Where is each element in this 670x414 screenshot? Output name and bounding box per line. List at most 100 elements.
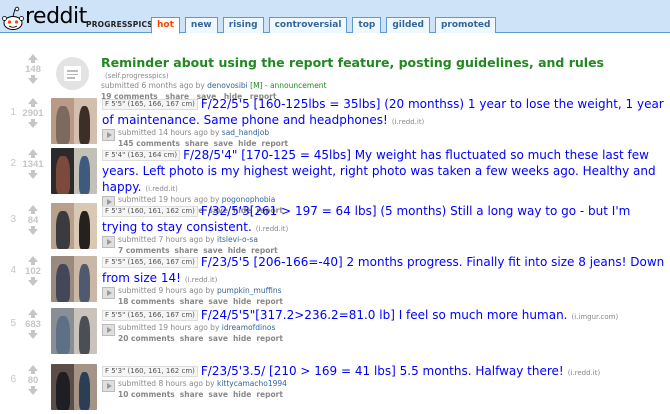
post-entry: F 5'5" (165, 166, 167 cm) F/22/5'5 [160-1… (102, 96, 666, 149)
report-button[interactable]: report (256, 334, 283, 343)
post-thumbnail[interactable] (51, 98, 97, 144)
flair-badge: F 5'4" (163, 164 cm) (102, 150, 181, 161)
comments-link[interactable]: 18 comments (118, 297, 175, 306)
downvote-arrow-icon[interactable] (28, 330, 38, 339)
hide-button[interactable]: hide (233, 297, 251, 306)
post-tagline: submitted 6 months ago by denovosibi [M]… (101, 81, 327, 90)
expando-play-icon[interactable] (102, 380, 115, 392)
upvote-arrow-icon[interactable] (28, 309, 38, 318)
post-title-link[interactable]: F/24/5'5"[317.2>236.2=81.0 lb] I feel so… (201, 308, 568, 322)
vote-control: 148 (22, 54, 44, 84)
post-author[interactable]: itslevi-o-sa (217, 235, 258, 244)
tab-top[interactable]: top (352, 17, 382, 33)
tab-gilded[interactable]: gilded (386, 17, 430, 33)
upvote-arrow-icon[interactable] (28, 54, 38, 63)
share-button[interactable]: share (180, 390, 204, 399)
post-thumbnail[interactable] (51, 256, 97, 302)
vote-control: 84 (22, 205, 44, 235)
tab-promoted[interactable]: promoted (434, 17, 497, 33)
downvote-arrow-icon[interactable] (28, 119, 38, 128)
expando-play-icon[interactable] (102, 236, 115, 248)
upvote-arrow-icon[interactable] (28, 256, 38, 265)
report-button[interactable]: report (256, 390, 283, 399)
post-domain[interactable]: (self.progresspics) (105, 72, 169, 80)
save-button[interactable]: save (208, 390, 228, 399)
tab-controversial[interactable]: controversial (268, 17, 348, 33)
comments-link[interactable]: 20 comments (118, 334, 175, 343)
vote-control: 1341 (22, 149, 44, 179)
upvote-arrow-icon[interactable] (28, 98, 38, 107)
subreddit-name[interactable]: PROGRESSPICS (86, 20, 153, 29)
vote-control: 683 (22, 309, 44, 339)
share-button[interactable]: share (180, 334, 204, 343)
post-entry: F 5'5" (165, 166, 167 cm) F/24/5'5"[317.2… (102, 307, 666, 344)
share-button[interactable]: share (180, 297, 204, 306)
post-author[interactable]: sad_handjob (222, 128, 269, 137)
flair-badge: F 5'5" (165, 166, 167 cm) (102, 310, 198, 321)
post-domain[interactable]: (i.redd.it) (392, 118, 424, 126)
self-post-icon[interactable] (56, 57, 89, 90)
post-domain[interactable]: (i.redd.it) (185, 276, 217, 284)
post-thumbnail[interactable] (51, 364, 97, 410)
upvote-arrow-icon[interactable] (28, 365, 38, 374)
flair-badge: F 5'5" (165, 166, 167 cm) (102, 99, 198, 110)
post-title-link[interactable]: Reminder about using the report feature,… (101, 55, 604, 70)
reddit-logo[interactable]: reddit (2, 2, 87, 32)
post-title-link[interactable]: F/23/5'3.5/ [210 > 169 = 41 lbs] 5.5 mon… (201, 364, 564, 378)
flair-badge: F 5'3" (160, 161, 162 cm) (102, 366, 198, 377)
downvote-arrow-icon[interactable] (28, 75, 38, 84)
post-domain[interactable]: (i.redd.it) (568, 369, 600, 377)
post-score: 683 (25, 319, 41, 330)
vote-control: 2901 (22, 98, 44, 128)
post-thumbnail[interactable] (51, 203, 97, 249)
post-title-link[interactable]: F/28/5'4" [170-125 = 45lbs] My weight ha… (102, 148, 656, 194)
upvote-arrow-icon[interactable] (28, 149, 38, 158)
vote-control: 102 (22, 256, 44, 286)
sort-tabs: hot new rising controversial top gilded … (151, 17, 497, 34)
post-thumbnail[interactable] (51, 148, 97, 194)
upvote-arrow-icon[interactable] (28, 205, 38, 214)
post-domain[interactable]: (i.redd.it) (145, 185, 177, 193)
post-author[interactable]: idreamofdinos (222, 323, 276, 332)
downvote-arrow-icon[interactable] (28, 170, 38, 179)
post-score: 102 (25, 266, 41, 277)
post-rank: 6 (10, 374, 16, 385)
tab-hot[interactable]: hot (151, 17, 180, 34)
post-rank: 1 (10, 107, 16, 118)
snoo-icon (2, 6, 24, 30)
save-button[interactable]: save (208, 297, 228, 306)
downvote-arrow-icon[interactable] (28, 386, 38, 395)
hide-button[interactable]: hide (233, 334, 251, 343)
post-score: 2901 (22, 108, 44, 119)
comments-link[interactable]: 10 comments (118, 390, 175, 399)
tab-new[interactable]: new (184, 17, 218, 33)
post-rank: 4 (10, 265, 16, 276)
post-author[interactable]: pumpkin_muffins (217, 286, 281, 295)
post-tagline: submitted 19 hours ago by idreamofdinos (118, 323, 276, 332)
expando-play-icon[interactable] (102, 287, 115, 299)
report-button[interactable]: report (256, 297, 283, 306)
expando-play-icon[interactable] (102, 324, 115, 336)
post-tagline: submitted 7 hours ago by itslevi-o-sa (118, 235, 258, 244)
post-author[interactable]: denovosibi (207, 81, 248, 90)
hide-button[interactable]: hide (233, 390, 251, 399)
tab-rising[interactable]: rising (222, 17, 264, 33)
post-entry: F 5'3" (160, 161, 162 cm) F/32/5'3[261 > … (102, 203, 666, 256)
post-rank: 2 (10, 158, 16, 169)
post-score: 1341 (22, 159, 44, 170)
vote-control: 80 (22, 365, 44, 395)
downvote-arrow-icon[interactable] (28, 226, 38, 235)
post-domain[interactable]: (i.redd.it) (256, 225, 288, 233)
downvote-arrow-icon[interactable] (28, 277, 38, 286)
post-thumbnail[interactable] (51, 308, 97, 354)
save-button[interactable]: save (208, 334, 228, 343)
post-author[interactable]: kittycamacho1994 (217, 379, 287, 388)
post-score: 80 (27, 375, 39, 386)
flair-badge: F 5'5" (165, 166, 167 cm) (102, 257, 198, 268)
post-domain[interactable]: (i.imgur.com) (571, 313, 618, 321)
post-buttons: 10 comments share save hide report (118, 389, 288, 400)
post-entry: F 5'5" (165, 166, 167 cm) F/23/5'5 [206-1… (102, 254, 666, 307)
expando-play-icon[interactable] (102, 129, 115, 141)
post-tagline: submitted 14 hours ago by sad_handjob (118, 128, 270, 137)
post-tagline: submitted 9 hours ago by pumpkin_muffins (118, 286, 282, 295)
